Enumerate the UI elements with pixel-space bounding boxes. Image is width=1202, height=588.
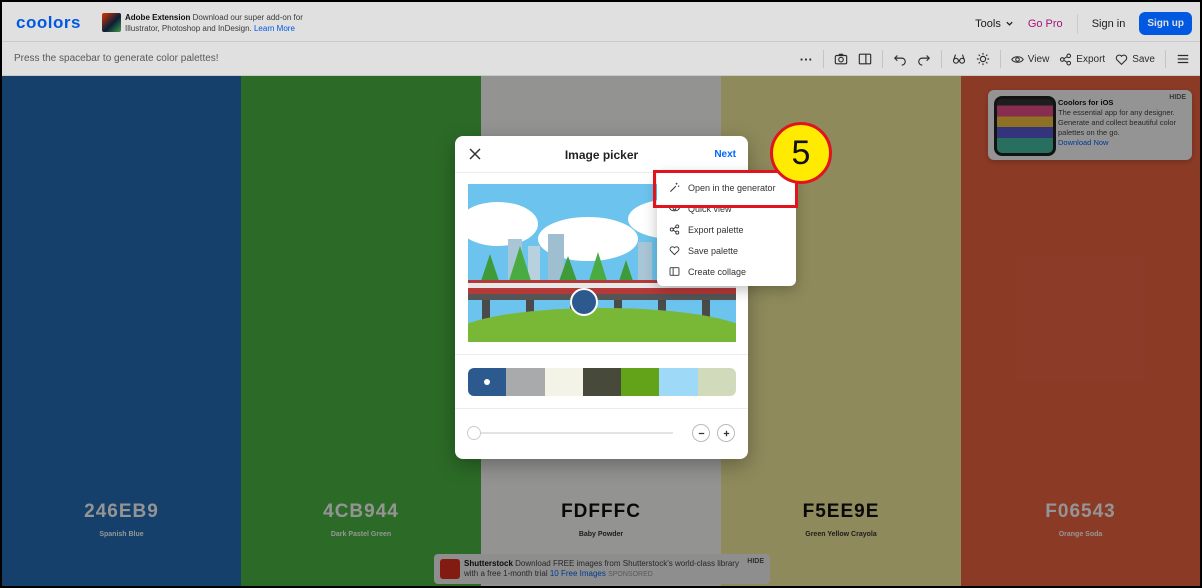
menu-item-label: Export palette [688, 224, 744, 235]
menu-item-save-palette[interactable]: Save palette [657, 240, 796, 261]
divider [455, 354, 748, 355]
share-icon [669, 224, 680, 235]
menu-item-export-palette[interactable]: Export palette [657, 219, 796, 240]
palette-swatch[interactable] [506, 368, 545, 396]
menu-item-create-collage[interactable]: Create collage [657, 261, 796, 282]
modal-title: Image picker [564, 148, 639, 162]
step-number-badge: 5 [770, 122, 832, 184]
palette-swatch[interactable] [582, 368, 622, 396]
decrease-colors-button[interactable] [692, 424, 710, 442]
palette-swatch[interactable] [697, 368, 736, 396]
slider-handle[interactable] [467, 426, 481, 440]
next-button[interactable]: Next [714, 149, 736, 160]
palette-swatch[interactable] [659, 368, 698, 396]
menu-item-label: Create collage [688, 266, 747, 277]
app-window: 246EB9 Spanish Blue 4CB944 Dark Pastel G… [2, 2, 1200, 586]
increase-colors-button[interactable] [717, 424, 735, 442]
palette-swatch[interactable] [544, 368, 583, 396]
minus-icon [698, 432, 704, 434]
palette-swatch[interactable] [621, 368, 660, 396]
palette-swatch-selected[interactable] [468, 368, 507, 396]
highlight-box [653, 170, 798, 208]
divider [455, 408, 748, 409]
selected-indicator [484, 379, 491, 385]
collage-icon [669, 267, 680, 276]
modal-backdrop-top [2, 2, 1200, 76]
plus-icon [723, 430, 729, 436]
menu-item-label: Save palette [688, 245, 739, 256]
color-count-slider[interactable] [468, 432, 673, 434]
heart-icon [669, 246, 680, 256]
extracted-palette [468, 368, 736, 396]
